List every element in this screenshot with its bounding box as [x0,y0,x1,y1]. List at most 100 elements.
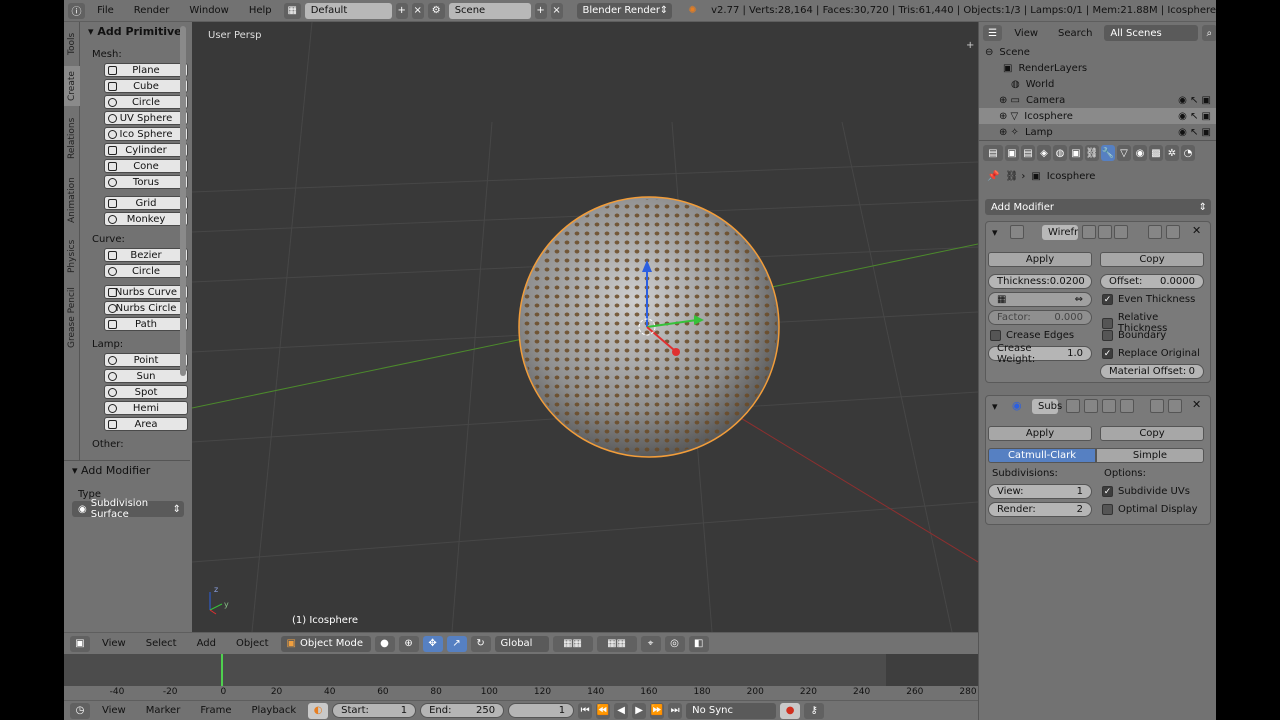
timeline-editor-icon[interactable]: ◷ [70,702,90,719]
factor-field[interactable]: Factor: 0.000 [988,310,1092,325]
3d-viewport[interactable]: User Persp (1) Icosphere y z + [192,22,978,632]
tab-create[interactable]: Create [64,66,80,106]
outliner-item-scene[interactable]: ⊖ Scene [979,44,1216,60]
move-up-icon[interactable] [1150,399,1164,413]
menu-window[interactable]: Window [181,5,236,16]
render-layers-tab-icon[interactable]: ▤ [1021,145,1035,161]
pivot-icon[interactable]: ⊕ [398,635,419,652]
remove-scene-icon[interactable]: × [550,2,563,19]
keying-set-icon[interactable]: ⚷ [804,702,825,719]
add-modifier-dropdown[interactable]: Add Modifier ⇕ [985,199,1211,215]
cage-toggle-icon[interactable] [1120,399,1134,413]
move-down-icon[interactable] [1168,399,1182,413]
visibility-icons[interactable]: ◉ ↖ ▣ [1178,127,1211,138]
add-nurbs-circle-button[interactable]: Nurbs Circle [104,301,188,315]
crease-edges-checkbox[interactable]: Crease Edges [990,330,1074,341]
info-editor-icon[interactable]: ⓘ [68,2,86,19]
select-menu[interactable]: Select [138,638,185,649]
subsurf-copy-button[interactable]: Copy [1100,426,1204,441]
layers-grid-2-icon[interactable]: ▦▦ [596,635,637,652]
boundary-checkbox[interactable]: Boundary [1102,330,1166,341]
move-up-icon[interactable] [1148,225,1162,239]
add-cone-button[interactable]: Cone [104,159,188,173]
data-tab-icon[interactable]: ▽ [1117,145,1131,161]
next-keyframe-icon[interactable]: ⏩ [650,702,665,719]
menu-render[interactable]: Render [126,5,178,16]
collapse-icon[interactable]: ▾ [992,226,998,239]
record-icon[interactable]: ◐ [308,702,329,719]
subsurf-name-field[interactable]: Subs [1032,399,1062,414]
end-frame-field[interactable]: End: 250 [420,703,505,718]
constraints-tab-icon[interactable]: ⛓ [1085,145,1099,161]
outliner-filter-dropdown[interactable]: All Scenes [1104,25,1198,41]
operator-header[interactable]: ▾ Add Modifier [72,464,150,477]
screen-layout-field[interactable]: Default [304,2,392,19]
render-engine-dropdown[interactable]: Blender Render ⇕ [576,2,673,19]
timeline-view-menu[interactable]: View [94,705,134,716]
outliner-item-camera[interactable]: ⊕ ▭ Camera ◉ ↖ ▣ [979,92,1216,108]
thickness-field[interactable]: Thickness: 0.0200 [988,274,1092,289]
add-cylinder-button[interactable]: Cylinder [104,143,188,157]
catmull-clark-button[interactable]: Catmull-Clark [988,448,1096,463]
remove-screen-icon[interactable]: × [411,2,424,19]
mode-dropdown[interactable]: ▣ Object Mode [280,635,371,652]
viewport-shading-icon[interactable]: ● [374,635,395,652]
add-curve-circle-button[interactable]: Circle [104,264,188,278]
add-spot-lamp-button[interactable]: Spot [104,385,188,399]
visibility-icons[interactable]: ◉ ↖ ▣ [1178,95,1211,106]
scene-field[interactable]: Scene [448,2,531,19]
outliner-editor-icon[interactable]: ☰ [983,25,1003,41]
scene-tab-icon[interactable]: ◈ [1037,145,1051,161]
collapse-icon[interactable]: ▾ [992,400,998,413]
outliner-item-renderlayers[interactable]: ▣ RenderLayers [979,60,1216,76]
particles-tab-icon[interactable]: ✲ [1165,145,1179,161]
proportional-icon[interactable]: ◎ [664,635,685,652]
playhead[interactable] [221,654,223,688]
start-frame-field[interactable]: Start: 1 [332,703,417,718]
material-tab-icon[interactable]: ◉ [1133,145,1147,161]
editmode-toggle-icon[interactable] [1114,225,1128,239]
add-circle-button[interactable]: Circle [104,95,188,109]
material-offset-field[interactable]: Material Offset: 0 [1100,364,1204,379]
outliner-search-icon[interactable]: ⌕ [1201,25,1216,41]
view-menu[interactable]: View [94,638,134,649]
physics-tab-icon[interactable]: ◔ [1181,145,1195,161]
wireframe-name-field[interactable]: Wirefr [1042,225,1078,240]
render-toggle-icon[interactable] [1066,399,1080,413]
outliner-item-world[interactable]: ◍ World [979,76,1216,92]
toolshelf-scrollbar[interactable] [180,26,186,376]
viewport-toggle-icon[interactable] [1098,225,1112,239]
add-sun-lamp-button[interactable]: Sun [104,369,188,383]
vertex-group-field[interactable]: ▦ ⇔ [988,292,1092,307]
render-tab-icon[interactable]: ▣ [1005,145,1019,161]
add-grid-button[interactable]: Grid [104,196,188,210]
add-area-lamp-button[interactable]: Area [104,417,188,431]
transform-orientation-dropdown[interactable]: Global [494,635,549,652]
even-thickness-checkbox[interactable]: ✓ Even Thickness [1102,294,1195,305]
rotate-icon[interactable]: ↻ [470,635,491,652]
editor-type-icon[interactable]: ▣ [70,635,90,652]
sync-dropdown[interactable]: No Sync [686,702,777,719]
crease-weight-field[interactable]: Crease Weight: 1.0 [988,343,1092,365]
prev-keyframe-icon[interactable]: ⏪ [596,702,611,719]
replace-original-checkbox[interactable]: ✓ Replace Original [1102,348,1200,359]
auto-key-icon[interactable]: ● [780,702,801,719]
add-point-lamp-button[interactable]: Point [104,353,188,367]
optimal-display-checkbox[interactable]: Optimal Display [1102,504,1198,515]
object-menu[interactable]: Object [228,638,277,649]
add-screen-icon[interactable]: + [395,2,408,19]
offset-field[interactable]: Offset: 0.0000 [1100,274,1204,289]
properties-editor-icon[interactable]: ▤ [983,145,1003,161]
subdivide-uvs-checkbox[interactable]: ✓ Subdivide UVs [1102,486,1190,497]
add-nurbs-curve-button[interactable]: Nurbs Curve [104,285,188,299]
modifiers-tab-icon[interactable]: 🔧 [1101,145,1115,161]
manipulator-toggle-icon[interactable]: ✥ [422,635,443,652]
move-down-icon[interactable] [1166,225,1180,239]
snap-icon[interactable]: ⌖ [640,635,661,652]
add-monkey-button[interactable]: Monkey [104,212,188,226]
add-bezier-button[interactable]: Bezier [104,248,188,262]
playback-menu[interactable]: Playback [243,705,304,716]
add-ico-sphere-button[interactable]: Ico Sphere [104,127,188,141]
add-cube-button[interactable]: Cube [104,79,188,93]
add-scene-icon[interactable]: + [534,2,547,19]
